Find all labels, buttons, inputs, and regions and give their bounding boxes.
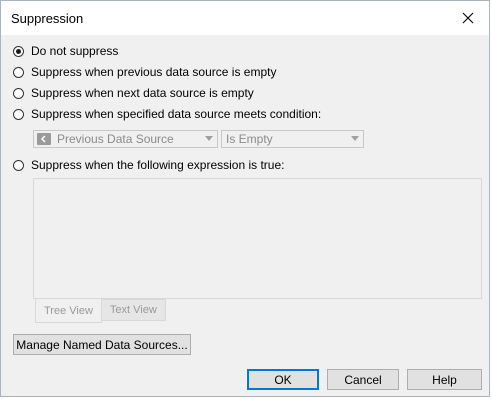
tab-text-view[interactable]: Text View: [101, 299, 166, 321]
manage-named-data-sources-button[interactable]: Manage Named Data Sources...: [13, 334, 191, 355]
help-button[interactable]: Help: [407, 369, 482, 390]
button-label: Cancel: [344, 372, 382, 387]
suppression-dialog: Suppression Do not suppress Suppress whe…: [0, 0, 490, 397]
button-label: Manage Named Data Sources...: [16, 337, 188, 352]
dialog-title: Suppression: [11, 11, 84, 26]
radio-specified-condition[interactable]: Suppress when specified data source meet…: [13, 106, 321, 122]
title-bar: Suppression: [1, 1, 489, 35]
button-label: Help: [432, 372, 457, 387]
expression-view-tabs: Tree View Text View: [35, 299, 166, 323]
radio-next-empty[interactable]: Suppress when next data source is empty: [13, 85, 254, 101]
close-icon: [462, 12, 474, 24]
radio-previous-empty[interactable]: Suppress when previous data source is em…: [13, 64, 276, 80]
ok-button[interactable]: OK: [247, 369, 319, 390]
button-label: OK: [274, 372, 292, 387]
operator-value: Is Empty: [226, 132, 273, 146]
chevron-down-icon: [351, 136, 359, 141]
radio-do-not-suppress[interactable]: Do not suppress: [13, 43, 118, 59]
close-button[interactable]: [447, 1, 489, 35]
radio-button[interactable]: [13, 87, 24, 99]
radio-button[interactable]: [13, 66, 24, 78]
radio-label: Suppress when previous data source is em…: [31, 65, 277, 79]
radio-button-selected[interactable]: [13, 45, 24, 57]
chevron-down-icon: [205, 136, 213, 141]
radio-label: Suppress when specified data source meet…: [31, 107, 322, 121]
radio-button[interactable]: [13, 108, 24, 120]
radio-label: Do not suppress: [31, 44, 119, 58]
expression-editor[interactable]: [33, 178, 482, 299]
data-source-icon: [37, 133, 51, 145]
data-source-combo[interactable]: Previous Data Source: [33, 130, 218, 148]
tab-label: Tree View: [44, 304, 93, 317]
cancel-button[interactable]: Cancel: [327, 369, 399, 390]
data-source-value: Previous Data Source: [57, 132, 174, 146]
tab-label: Text View: [109, 304, 157, 316]
operator-combo[interactable]: Is Empty: [221, 130, 364, 148]
radio-label: Suppress when next data source is empty: [31, 86, 254, 100]
tab-tree-view[interactable]: Tree View: [35, 299, 102, 323]
radio-expression-true[interactable]: Suppress when the following expression i…: [13, 157, 284, 173]
radio-button[interactable]: [13, 159, 24, 171]
radio-label: Suppress when the following expression i…: [31, 158, 285, 172]
